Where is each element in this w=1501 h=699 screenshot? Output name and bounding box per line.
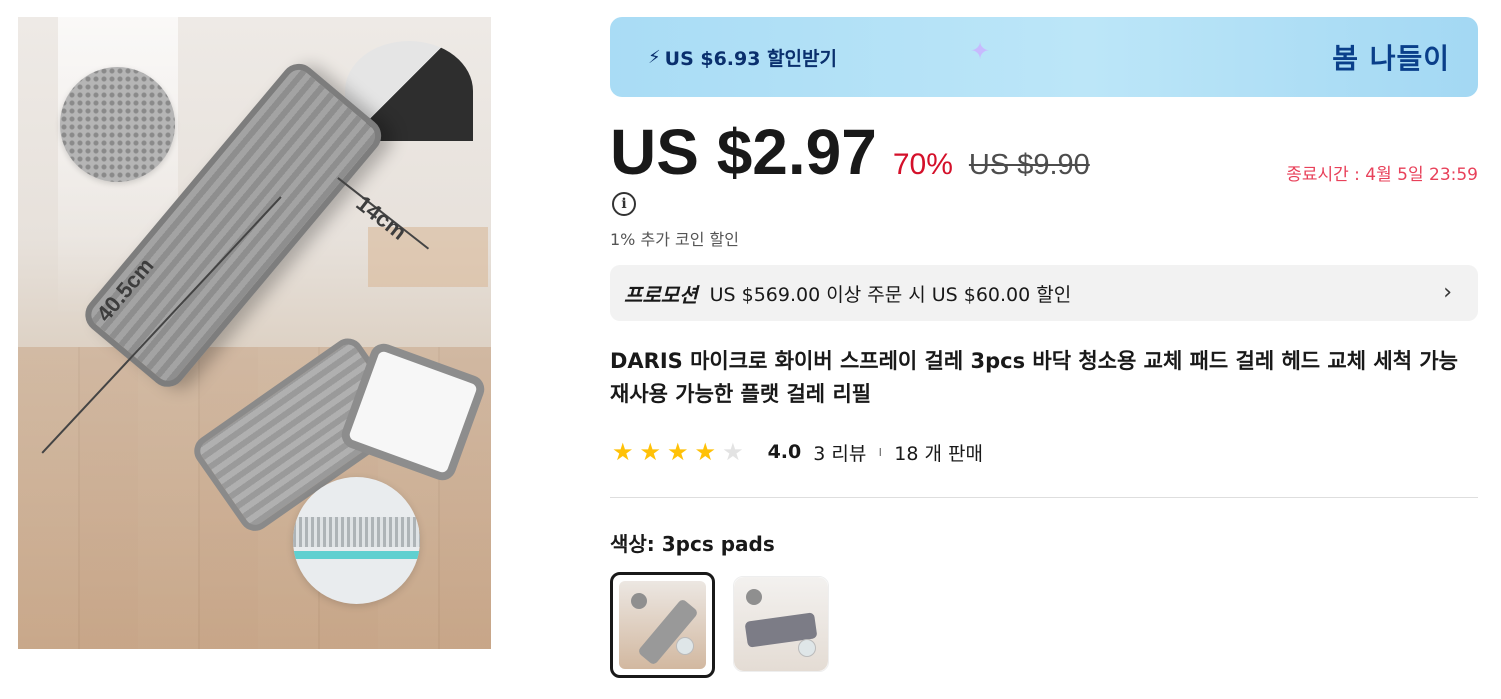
fiber-layer [293,517,420,547]
rating-value: 4.0 [767,441,802,463]
promotion-text: US $569.00 이상 주문 시 US $60.00 할인 [709,283,1072,306]
star-icon: ★ [612,438,634,466]
layer-closeup-circle [293,477,420,604]
color-label: 색상: 3pcs pads [610,532,775,556]
color-option-2[interactable] [733,576,829,672]
coupon-banner[interactable]: ⚡ US $6.93 할인받기 ✦ 봄 나들이 [610,17,1478,97]
current-price: US $2.97 [610,116,877,188]
divider [610,497,1478,498]
discount-percent: 70% [892,148,953,181]
bolt-icon: ⚡ [648,47,661,68]
color-option-3pcs-pads[interactable] [610,572,715,678]
info-icon[interactable]: i [612,192,636,216]
coupon-text: US $6.93 할인받기 [664,48,838,70]
absorb-layer [293,551,420,559]
price-row: US $2.97 70% US $9.90 [610,115,1090,189]
original-price: US $9.90 [968,149,1090,181]
promotion-bar[interactable]: 프로모션 US $569.00 이상 주문 시 US $60.00 할인 › [610,265,1478,321]
reviews-link[interactable]: 3 리뷰 [813,439,866,466]
star-icon: ★ [667,438,689,466]
promotion-label: 프로모션 [624,282,698,307]
swatch-thumbnail [734,577,828,671]
star-icon: ★ [694,438,717,466]
thumb-pad [637,598,699,666]
thumb-layer-circle [676,637,694,655]
thumb-fiber-circle [631,593,647,609]
coupon-claim[interactable]: ⚡ US $6.93 할인받기 [648,44,837,71]
product-main-image[interactable]: 40.5cm 14cm [18,17,491,649]
sparkle-icon: ✦ [970,37,991,65]
campaign-name: 봄 나들이 [1332,42,1450,75]
separator: ı [878,444,883,460]
fiber-closeup-circle [60,67,175,182]
coin-discount-note: 1% 추가 코인 할인 [610,230,739,249]
rating-row: ★ ★ ★ ★ ★ 4.0 3 리뷰 ı 18 개 판매 [612,438,983,466]
star-icon: ★ [639,438,662,466]
thumb-fiber-circle [746,589,762,605]
swatch-thumbnail [619,581,706,669]
thumb-layer-circle [798,639,816,657]
sale-deadline: 종료시간 : 4월 5일 23:59 [1286,165,1478,185]
sold-count: 18 개 판매 [894,442,983,465]
product-title: DARIS 마이크로 화이버 스프레이 걸레 3pcs 바닥 청소용 교체 패드… [610,349,1458,406]
star-empty-icon: ★ [722,438,744,466]
chevron-right-icon[interactable]: › [1443,280,1452,305]
